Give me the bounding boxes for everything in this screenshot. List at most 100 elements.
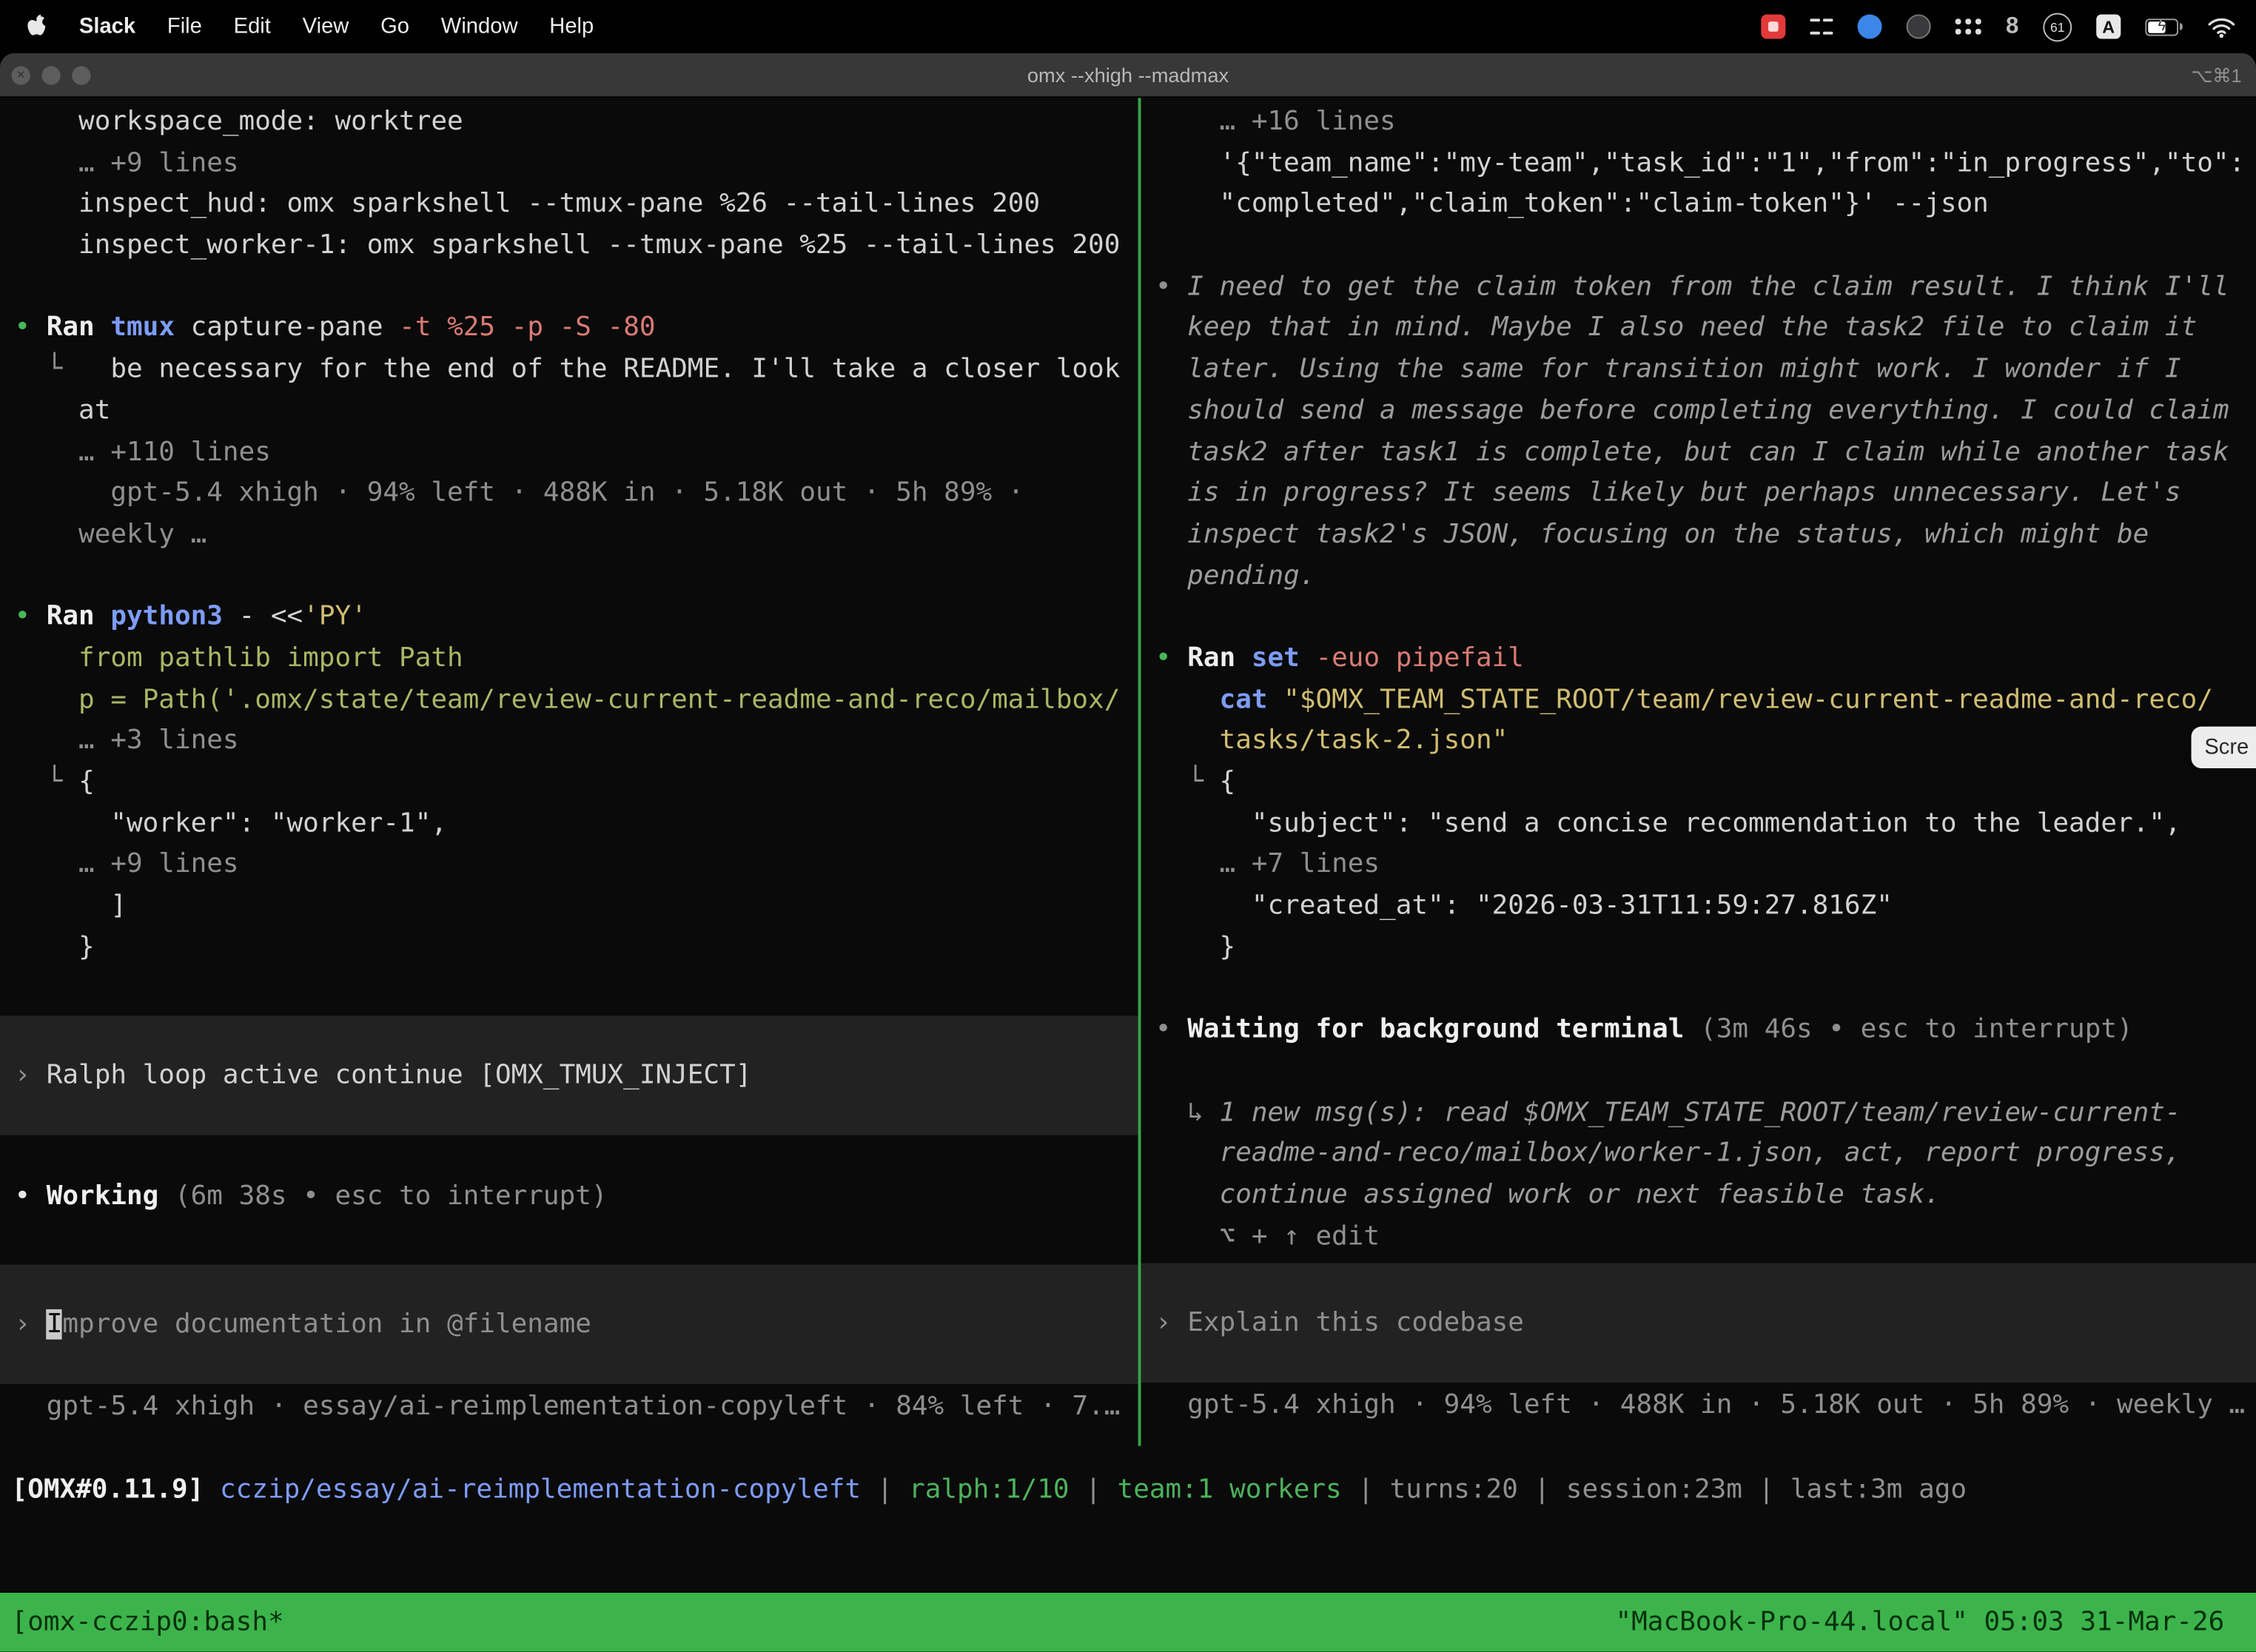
text-segment: } [14,932,94,962]
figure-eight-icon[interactable]: 8 [2006,13,2018,39]
terminal-line: pending. [1141,556,2256,597]
terminal-line: p = Path('.omx/state/team/review-current… [0,680,1138,722]
text-segment: ] [14,890,127,921]
screen-recording-stop-icon[interactable] [1761,14,1785,38]
battery-charging-icon[interactable]: ϟ [2145,18,2183,35]
terminal-line: at [0,391,1138,432]
terminal-line: • I need to get the claim token from the… [1141,267,2256,309]
text-segment: set [1252,643,1316,674]
text-segment: › [14,1309,46,1340]
text-segment: task2 after task1 is complete, but can I… [1155,437,2229,467]
terminal-line: ↳ 1 new msg(s): read $OMX_TEAM_STATE_ROO… [1141,1092,2256,1134]
text-segment: … +3 lines [14,725,238,756]
tmux-pane-right[interactable]: … +16 lines '{"team_name":"my-team","tas… [1141,98,2256,1479]
terminal-line: "completed","claim_token":"claim-token"}… [1141,185,2256,226]
text-segment: • [1155,1015,1187,1045]
active-app-menu[interactable]: Slack [79,14,135,38]
traffic-lights: × [12,66,91,84]
text-segment: Ran [1187,643,1252,674]
terminal-blank-line [1141,969,2256,1010]
stop-square-glyph [1768,21,1779,32]
terminal-line: readme-and-reco/mailbox/worker-1.json, a… [1141,1134,2256,1175]
terminal-content: workspace_mode: worktree … +9 lines insp… [0,98,2256,1593]
text-segment: Explain this codebase [1187,1308,1524,1338]
terminal-line: … +110 lines [0,432,1138,474]
terminal-blank-line [1141,1052,2256,1093]
menu-item-file[interactable]: File [167,14,202,38]
terminal-line: from pathlib import Path [0,639,1138,680]
text-segment: { [78,767,95,797]
terminal-line: inspect_hud: omx sparkshell --tmux-pane … [0,185,1138,226]
window-titlebar[interactable]: × omx --xhigh --madmax ⌥⌘1 [0,53,2256,98]
terminal-line: gpt-5.4 xhigh · 94% left · 488K in · 5.1… [0,474,1138,515]
screenshot-toast[interactable]: Scre [2192,727,2256,768]
close-button[interactable]: × [12,66,30,84]
dark-app-icon[interactable] [1907,14,1931,38]
menu-item-edit[interactable]: Edit [234,14,271,38]
text-segment: -t %25 -p -S -80 [399,313,655,343]
terminal-line: workspace_mode: worktree [0,102,1138,144]
dots-grid-icon[interactable] [1955,19,1981,34]
terminal-line: ⌥ + ↑ edit [1141,1217,2256,1258]
text-segment: readme-and-reco/mailbox/worker-1.json, a… [1155,1138,2181,1169]
gauge-value: 61 [2050,19,2064,33]
terminal-line: … +16 lines [1141,102,2256,144]
menu-item-window[interactable]: Window [441,14,518,38]
text-segment: gpt-5.4 xhigh · 94% left · 488K in · 5.1… [1155,1390,2245,1420]
zoom-button[interactable] [72,66,90,84]
text-segment: tasks/task-2.json" [1155,725,1508,756]
text-segment: '{"team_name":"my-team","task_id":"1","f… [1155,148,2245,178]
text-segment: "$OMX_TEAM_STATE_ROOT/team/review-curren… [1283,685,2213,715]
terminal-line: later. Using the same for transition mig… [1141,350,2256,392]
menu-item-go[interactable]: Go [380,14,409,38]
text-segment: inspect task2's JSON, focusing on the st… [1155,519,2149,549]
charging-bolt-icon: ϟ [2146,19,2177,33]
text-segment: … +16 lines [1155,107,1396,137]
text-segment: └ [14,767,78,797]
menu-item-view[interactable]: View [303,14,349,38]
terminal-line: … +3 lines [0,721,1138,762]
wifi-icon[interactable] [2207,15,2236,38]
text-segment: cczip/essay/ai-reimplementation-copyleft [220,1474,861,1505]
input-source-icon[interactable]: A [2096,14,2121,38]
text-segment: 1 new msg(s): read $OMX_TEAM_STATE_ROOT/… [1220,1097,2181,1127]
text-segment: [OMX#0.11.9] [12,1474,220,1505]
window-title: omx --xhigh --madmax [1027,64,1229,87]
text-segment: | [1342,1474,1390,1505]
tmux-host-clock: "MacBook-Pro-44.local" 05:03 31-Mar-26 [1615,1607,2224,1637]
menu-bar: Slack File Edit View Go Window Help 8 61… [0,0,2256,53]
text-segment: ↳ [1155,1097,1220,1127]
terminal-line: inspect_worker-1: omx sparkshell --tmux-… [0,226,1138,267]
text-segment: mprove documentation in @filename [62,1309,591,1340]
terminal-blank-line [0,267,1138,309]
apple-menu-icon[interactable] [26,13,47,39]
gauge-61-icon[interactable]: 61 [2043,13,2072,41]
text-segment: • [14,313,46,343]
terminal-window: × omx --xhigh --madmax ⌥⌘1 workspace_mod… [0,53,2256,1652]
composer-input[interactable]: › Explain this codebase [1141,1263,2256,1383]
blue-app-icon[interactable] [1858,14,1882,38]
terminal-line: continue assigned work or next feasible … [1141,1175,2256,1217]
terminal-line: "created_at": "2026-03-31T11:59:27.816Z" [1141,887,2256,928]
tmux-pane-left[interactable]: workspace_mode: worktree … +9 lines insp… [0,98,1138,1479]
text-segment: - << [239,602,303,632]
menu-item-help[interactable]: Help [549,14,594,38]
text-segment: pending. [1155,560,1316,591]
composer-input[interactable]: › Improve documentation in @filename [0,1265,1138,1384]
terminal-line: weekly … [0,515,1138,557]
terminal-line: } [0,927,1138,969]
text-segment: └ [14,354,78,384]
text-segment: I need to get the claim token from the c… [1187,272,2229,302]
terminal-line: "worker": "worker-1", [0,804,1138,845]
terminal-line: keep that in mind. Maybe I also need the… [1141,309,2256,350]
window-tiles-icon[interactable] [1810,15,1833,38]
text-segment: { [1220,767,1236,797]
terminal-line: task2 after task1 is complete, but can I… [1141,432,2256,474]
text-segment: › [14,1061,46,1091]
minimize-button[interactable] [41,66,60,84]
text-segment: continue assigned work or next feasible … [1155,1180,1941,1210]
text-segment: inspect_hud: omx sparkshell --tmux-pane … [14,189,1040,219]
terminal-line: tasks/task-2.json" [1141,721,2256,762]
text-segment: • [1155,643,1187,674]
composer-input[interactable]: › Ralph loop active continue [OMX_TMUX_I… [0,1016,1138,1135]
